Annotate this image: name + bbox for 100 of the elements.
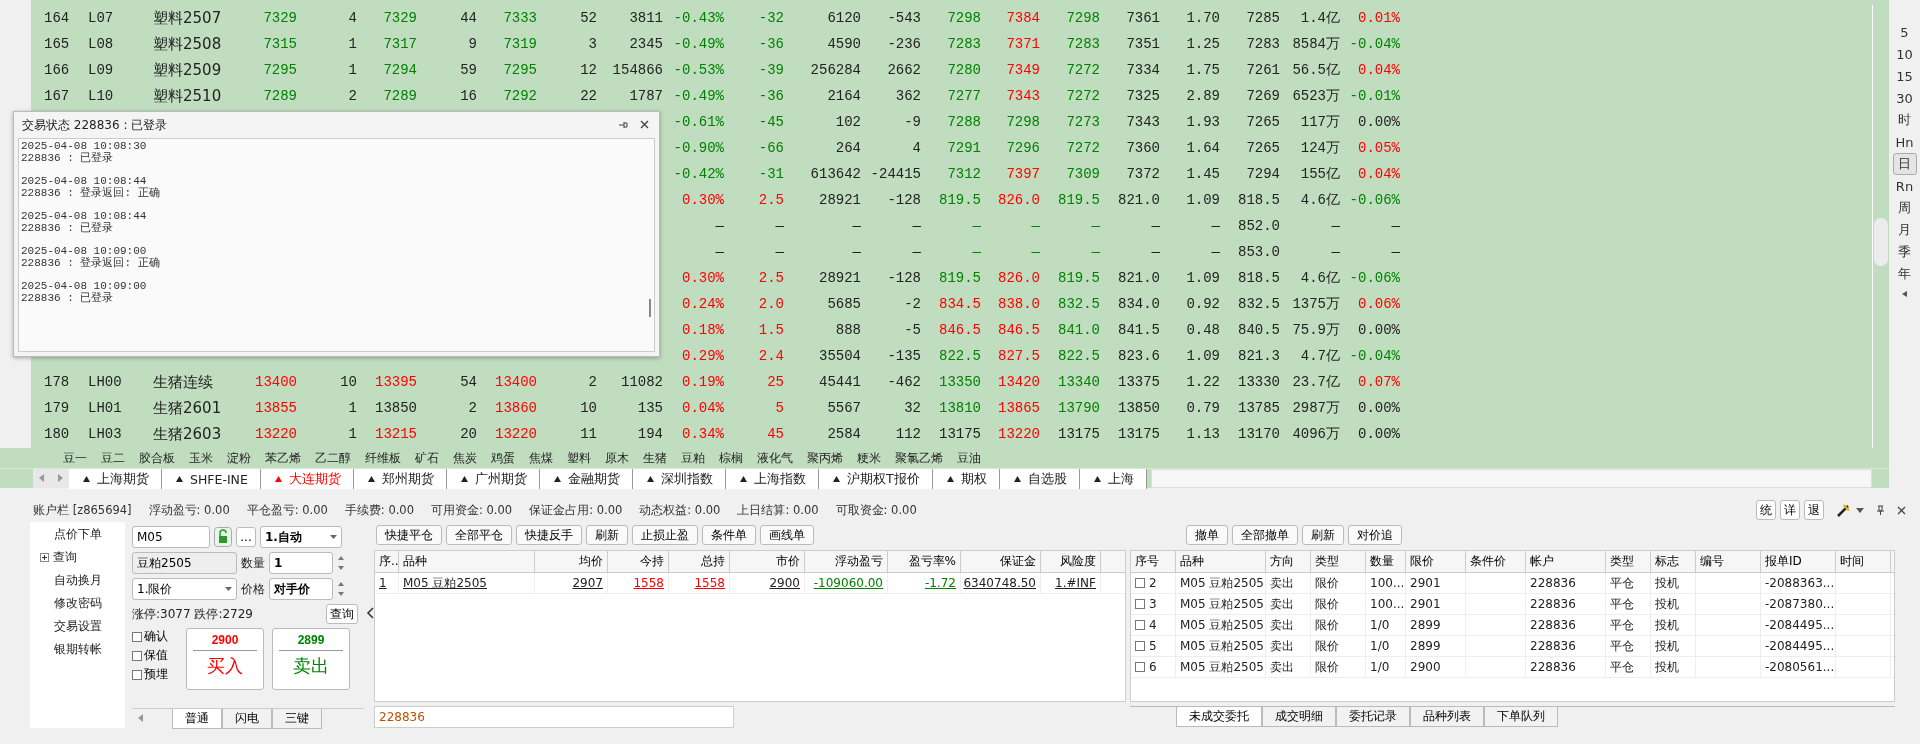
market-tab[interactable]: 金融期货 bbox=[539, 469, 633, 489]
position-cell[interactable]: 1 bbox=[375, 573, 399, 593]
position-cell[interactable]: 2907 bbox=[535, 573, 608, 593]
orders-tab[interactable]: 委托记录 bbox=[1336, 707, 1410, 727]
column-header[interactable]: 今持 bbox=[608, 551, 669, 572]
period-button[interactable]: 10 bbox=[1892, 43, 1917, 65]
orders-tab[interactable]: 下单队列 bbox=[1484, 707, 1558, 727]
action-button[interactable]: 刷新 bbox=[586, 525, 628, 545]
category-link[interactable]: 胶合板 bbox=[139, 449, 175, 467]
category-link[interactable]: 生猪 bbox=[643, 449, 667, 467]
action-button[interactable]: 对价追 bbox=[1348, 525, 1402, 545]
column-header[interactable]: 风险度 bbox=[1041, 551, 1101, 572]
position-cell[interactable]: 1558 bbox=[608, 573, 669, 593]
period-button[interactable]: 年 bbox=[1892, 263, 1917, 285]
column-header[interactable]: 类型 bbox=[1606, 551, 1651, 572]
column-header[interactable]: 均价 bbox=[535, 551, 608, 572]
buy-button[interactable]: 2900 买入 bbox=[186, 628, 264, 690]
column-header[interactable]: 条件价 bbox=[1466, 551, 1526, 572]
query-button[interactable]: 查询 bbox=[326, 604, 358, 624]
price-type-dropdown[interactable]: 1.限价 bbox=[132, 578, 237, 600]
column-header[interactable]: 时间 bbox=[1836, 551, 1891, 572]
category-link[interactable]: 豆二 bbox=[101, 449, 125, 467]
column-header[interactable]: 品种 bbox=[399, 551, 535, 572]
code-field[interactable]: M05 bbox=[132, 526, 210, 548]
position-cell[interactable]: -1.72 bbox=[888, 573, 961, 593]
position-cell[interactable]: 1558 bbox=[669, 573, 730, 593]
category-link[interactable]: 焦煤 bbox=[529, 449, 553, 467]
account-field[interactable]: 228836 bbox=[374, 706, 734, 728]
action-button[interactable]: 快捷反手 bbox=[516, 525, 582, 545]
action-button[interactable]: 条件单 bbox=[702, 525, 756, 545]
period-button[interactable]: Rn bbox=[1892, 175, 1917, 197]
collapse-left-icon[interactable] bbox=[366, 607, 374, 619]
category-link[interactable]: 玉米 bbox=[189, 449, 213, 467]
position-cell[interactable]: 1.#INF bbox=[1041, 573, 1101, 593]
market-tab[interactable]: 大连期货 bbox=[260, 469, 354, 489]
close-icon[interactable] bbox=[640, 120, 649, 129]
row-checkbox[interactable] bbox=[1135, 662, 1145, 672]
row-checkbox[interactable] bbox=[1135, 578, 1145, 588]
category-link[interactable]: 淀粉 bbox=[227, 449, 251, 467]
category-link[interactable]: 纤维板 bbox=[365, 449, 401, 467]
nav-item[interactable]: 点价下单 bbox=[30, 526, 125, 542]
mode-dropdown[interactable]: 1.自动 bbox=[260, 526, 342, 548]
category-link[interactable]: 棕榈 bbox=[719, 449, 743, 467]
caret-icon[interactable] bbox=[1902, 291, 1907, 297]
market-tab[interactable]: 广州期货 bbox=[446, 469, 540, 489]
pin-icon[interactable] bbox=[618, 120, 628, 130]
period-button[interactable]: 时 bbox=[1892, 109, 1917, 131]
order-mode-tab[interactable]: 闪电 bbox=[222, 709, 272, 729]
nav-item[interactable]: 交易设置 bbox=[30, 618, 125, 634]
option-checkbox[interactable]: 确认 bbox=[132, 628, 178, 645]
market-tab[interactable]: 深圳指数 bbox=[632, 469, 726, 489]
category-link[interactable]: 塑料 bbox=[567, 449, 591, 467]
column-header[interactable]: 保证金 bbox=[961, 551, 1041, 572]
action-button[interactable]: 止损止盈 bbox=[632, 525, 698, 545]
period-button[interactable]: 季 bbox=[1892, 241, 1917, 263]
action-button[interactable]: 全部撤单 bbox=[1232, 525, 1298, 545]
sell-button[interactable]: 2899 卖出 bbox=[272, 628, 350, 690]
category-link[interactable]: 豆油 bbox=[957, 449, 981, 467]
category-link[interactable]: 聚丙烯 bbox=[807, 449, 843, 467]
nav-item[interactable]: 修改密码 bbox=[30, 595, 125, 611]
category-link[interactable]: 原木 bbox=[605, 449, 629, 467]
orders-tab[interactable]: 成交明细 bbox=[1262, 707, 1336, 727]
scrollbar-thumb[interactable] bbox=[1874, 218, 1888, 266]
option-checkbox[interactable]: 保值 bbox=[132, 647, 178, 664]
period-button[interactable]: 30 bbox=[1892, 87, 1917, 109]
lock-icon[interactable] bbox=[214, 527, 232, 547]
period-button[interactable]: 5 bbox=[1892, 21, 1917, 43]
pin-icon[interactable] bbox=[1876, 505, 1885, 515]
column-header[interactable]: 总持 bbox=[669, 551, 730, 572]
category-link[interactable]: 焦炭 bbox=[453, 449, 477, 467]
category-link[interactable]: 豆粕 bbox=[681, 449, 705, 467]
orders-tab[interactable]: 未成交委托 bbox=[1176, 707, 1262, 727]
market-tab[interactable]: 沪期权T报价 bbox=[818, 469, 933, 489]
market-tab[interactable]: 自选股 bbox=[999, 469, 1080, 489]
category-link[interactable]: 鸡蛋 bbox=[491, 449, 515, 467]
period-button[interactable]: 日 bbox=[1892, 153, 1917, 175]
market-tab[interactable]: 上海 bbox=[1079, 469, 1147, 489]
column-header[interactable]: 浮动盈亏 bbox=[805, 551, 888, 572]
more-button[interactable]: ... bbox=[236, 527, 256, 547]
column-header[interactable]: 帐户 bbox=[1526, 551, 1606, 572]
action-button[interactable]: 撤单 bbox=[1186, 525, 1228, 545]
horizontal-scrollbar[interactable] bbox=[1150, 469, 1872, 488]
period-button[interactable]: 月 bbox=[1892, 219, 1917, 241]
column-header[interactable]: 品种 bbox=[1176, 551, 1266, 572]
toolbar-button[interactable]: 详 bbox=[1780, 500, 1800, 520]
toolbar-button[interactable]: 统 bbox=[1756, 500, 1776, 520]
period-button[interactable]: Hn bbox=[1892, 131, 1917, 153]
nav-item[interactable]: 查询 bbox=[30, 549, 125, 565]
column-header[interactable]: 盈亏率% bbox=[888, 551, 961, 572]
nav-item[interactable]: 银期转帐 bbox=[30, 641, 125, 657]
caret-icon[interactable] bbox=[1856, 507, 1864, 513]
column-header[interactable]: 序.. bbox=[375, 551, 399, 572]
category-link[interactable]: 豆一 bbox=[63, 449, 87, 467]
period-button[interactable]: 周 bbox=[1892, 197, 1917, 219]
row-checkbox[interactable] bbox=[1135, 620, 1145, 630]
action-button[interactable]: 画线单 bbox=[760, 525, 814, 545]
category-link[interactable]: 聚氯乙烯 bbox=[895, 449, 943, 467]
column-header[interactable]: 类型 bbox=[1311, 551, 1366, 572]
order-mode-tab[interactable]: 三键 bbox=[272, 709, 322, 729]
order-mode-tab[interactable]: 普通 bbox=[172, 709, 222, 729]
